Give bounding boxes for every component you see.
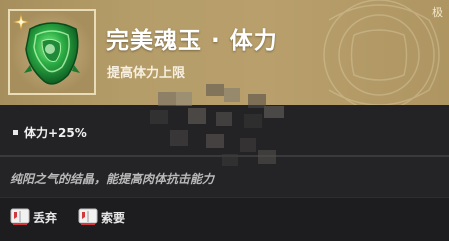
- item-subtitle: 提高体力上限: [107, 66, 186, 81]
- key-book-icon: [10, 208, 30, 225]
- item-icon-frame[interactable]: [8, 9, 96, 95]
- stat-row: 体力+25%: [13, 124, 87, 141]
- grade-label: 极: [432, 6, 443, 19]
- request-label: 索要: [101, 210, 126, 225]
- discard-button[interactable]: 丢弃: [10, 208, 57, 226]
- discard-label: 丢弃: [33, 210, 58, 225]
- item-tooltip-card: 完美魂玉 · 体力 提高体力上限 极 体力+25% 纯阳之气的结晶，能提高肉体抗…: [0, 0, 449, 241]
- stat-text: 体力+25%: [24, 126, 87, 140]
- key-book-icon: [78, 208, 98, 225]
- sparkle-star-icon: [13, 14, 29, 30]
- item-name: 完美魂玉 · 体力: [106, 28, 278, 54]
- privacy-mosaic-overlay: [150, 84, 284, 166]
- bullet-icon: [13, 130, 18, 135]
- action-bar: 丢弃 索要: [0, 197, 449, 241]
- request-button[interactable]: 索要: [78, 208, 125, 226]
